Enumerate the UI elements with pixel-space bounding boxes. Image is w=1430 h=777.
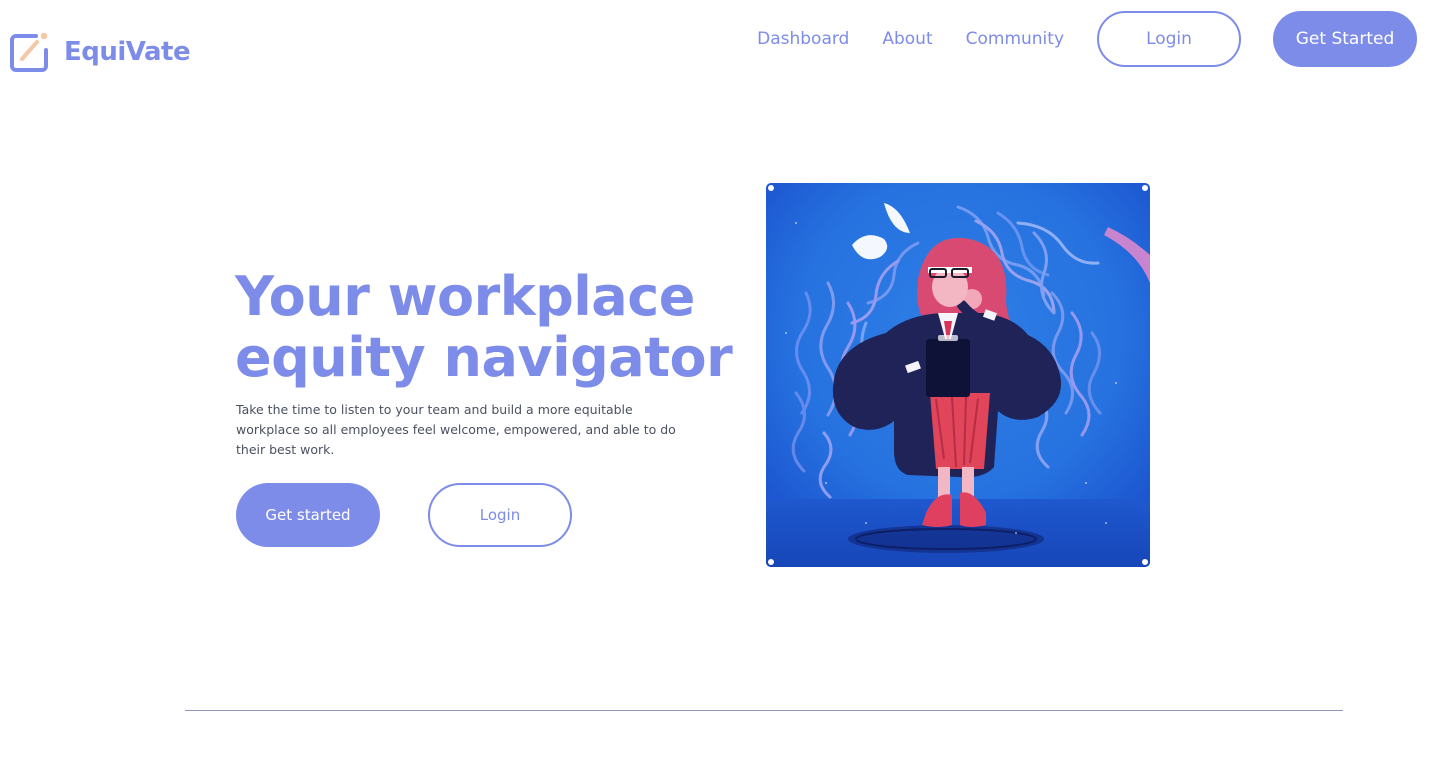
hero-actions: Get started Login	[236, 483, 572, 547]
woman-with-clipboard-illustration	[766, 183, 1150, 567]
hero-get-started-button[interactable]: Get started	[236, 483, 380, 547]
resize-handle-bottom-left	[768, 559, 774, 565]
brand-logo[interactable]: EquiVate	[8, 30, 191, 74]
top-nav: Dashboard About Community Login Get Star…	[757, 11, 1417, 67]
nav-link-community[interactable]: Community	[966, 29, 1064, 49]
brand-name: EquiVate	[64, 37, 191, 67]
resize-handle-top-left	[768, 185, 774, 191]
hero-title-line-1: Your workplace	[235, 265, 695, 328]
resize-handle-bottom-right	[1142, 559, 1148, 565]
hero-illustration	[766, 183, 1150, 567]
nav-get-started-button[interactable]: Get Started	[1273, 11, 1417, 67]
section-divider	[185, 710, 1343, 711]
hero-login-button[interactable]: Login	[428, 483, 572, 547]
hero-description: Take the time to listen to your team and…	[236, 402, 676, 457]
nav-link-dashboard[interactable]: Dashboard	[757, 29, 849, 49]
pencil-square-icon	[10, 32, 48, 72]
landing-page: EquiVate Dashboard About Community Login…	[0, 0, 1430, 777]
hero-title: Your workplace equity navigator	[235, 266, 735, 388]
resize-handle-top-right	[1142, 185, 1148, 191]
nav-login-button[interactable]: Login	[1097, 11, 1241, 67]
nav-link-about[interactable]: About	[882, 29, 932, 49]
hero-title-line-2: equity navigator	[235, 326, 733, 389]
